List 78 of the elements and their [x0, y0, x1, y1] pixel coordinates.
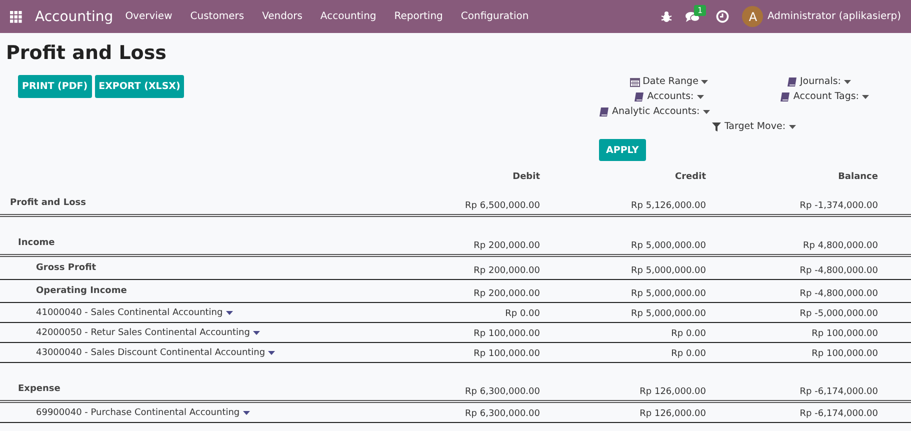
table-cell-text: Rp 100,000.00 [472, 328, 540, 340]
row-label: Income [18, 237, 55, 249]
caret-icon [702, 110, 710, 114]
caret-icon[interactable] [242, 411, 250, 415]
book-icon [780, 92, 790, 102]
table-cell-text: Rp 200,000.00 [472, 288, 540, 300]
row-label: Expense [18, 383, 60, 395]
table-cell-text: Rp -6,174,000.00 [798, 386, 878, 398]
user-avatar[interactable]: A [742, 6, 764, 27]
menu-item[interactable]: Reporting [394, 11, 443, 22]
caret-icon [844, 80, 851, 84]
table-cell-text: Rp -6,174,000.00 [798, 408, 878, 420]
table-cell-text: Rp 5,126,000.00 [630, 200, 706, 212]
row-label[interactable]: 41000040 - Sales Continental Accounting [36, 307, 223, 319]
user-name[interactable]: Administrator (aplikasierp) [767, 11, 901, 22]
table-cell-text: Rp -4,800,000.00 [798, 265, 878, 277]
calendar-icon [630, 77, 640, 87]
table-cell-text: Rp 5,000,000.00 [630, 240, 706, 252]
row-label[interactable]: 43000040 - Sales Discount Continental Accounting [36, 347, 266, 359]
book-icon [634, 92, 644, 102]
report-button[interactable]: EXPORT (XLSX) [94, 75, 184, 98]
bug-icon[interactable] [661, 10, 672, 22]
column-header: Credit [674, 171, 706, 183]
menu-item[interactable]: Configuration [460, 11, 529, 22]
row-label[interactable]: 69900040 - Purchase Continental Accounting [36, 407, 240, 419]
table-cell-text: Rp 6,300,000.00 [464, 408, 540, 420]
caret-icon[interactable] [268, 351, 276, 355]
caret-icon [701, 80, 708, 84]
table-cell-text: Rp 200,000.00 [472, 265, 540, 277]
row-label: Profit and Loss [10, 197, 86, 209]
table-cell-text: Rp 0.00 [504, 308, 540, 320]
filter-dropdown[interactable]: Accounts: [634, 90, 704, 104]
table-cell-text: Rp -4,800,000.00 [798, 288, 878, 300]
menu-item[interactable]: Vendors [262, 11, 302, 22]
caret-icon [862, 95, 869, 99]
row-label: Operating Income [36, 285, 127, 297]
table-cell-text: Rp 5,000,000.00 [630, 288, 706, 300]
message-count-badge: 1 [694, 4, 706, 16]
table-cell-text: Rp -5,000,000.00 [798, 308, 878, 320]
report-button[interactable]: PRINT (PDF) [18, 75, 92, 98]
caret-icon[interactable] [252, 331, 260, 335]
row-label[interactable]: 42000050 - Retur Sales Continental Accounting [36, 327, 250, 339]
caret-icon [696, 95, 704, 99]
column-header: Debit [512, 171, 540, 183]
table-cell-text: Rp 0.00 [670, 328, 706, 340]
table-cell-text: Rp 5,000,000.00 [630, 308, 706, 320]
table-cell-text: Rp -1,374,000.00 [798, 200, 878, 212]
apps-menu-icon[interactable] [10, 10, 22, 22]
table-cell-text: Rp 4,800,000.00 [802, 240, 878, 252]
clock-icon[interactable] [716, 10, 730, 23]
table-cell-text: Rp 126,000.00 [638, 386, 706, 398]
app-name[interactable]: Accounting [35, 8, 114, 24]
filter-dropdown[interactable]: Date Range [630, 75, 708, 89]
filter-dropdown[interactable]: Account Tags: [780, 90, 869, 104]
filter-icon [712, 122, 722, 132]
menu-item[interactable]: Customers [190, 11, 244, 22]
table-cell-text: Rp 0.00 [670, 348, 706, 360]
menu-item[interactable]: Accounting [320, 11, 376, 22]
table-cell-text: Rp 100,000.00 [810, 328, 878, 340]
table-cell-text: Rp 100,000.00 [810, 348, 878, 360]
caret-icon [788, 125, 796, 129]
table-cell-text: Rp 6,300,000.00 [464, 386, 540, 398]
caret-icon[interactable] [226, 311, 233, 315]
table-cell-text: Rp 6,500,000.00 [464, 200, 540, 212]
table-cell-text: Rp 5,000,000.00 [630, 265, 706, 277]
filter-dropdown[interactable]: Target Move: [712, 120, 796, 134]
page-title: Profit and Loss [6, 41, 168, 65]
table-cell-text: Rp 100,000.00 [472, 348, 540, 360]
apply-button[interactable]: APPLY [599, 139, 646, 161]
filter-dropdown[interactable]: Journals: [786, 75, 851, 89]
table-cell-text: Rp 126,000.00 [638, 408, 706, 420]
column-header: Balance [837, 171, 878, 183]
book-icon [786, 77, 797, 87]
row-label: Gross Profit [36, 262, 96, 274]
menu-item[interactable]: Overview [125, 11, 172, 22]
filter-dropdown[interactable]: Analytic Accounts: [599, 105, 710, 119]
book-icon [599, 107, 609, 117]
table-cell-text: Rp 200,000.00 [472, 240, 540, 252]
